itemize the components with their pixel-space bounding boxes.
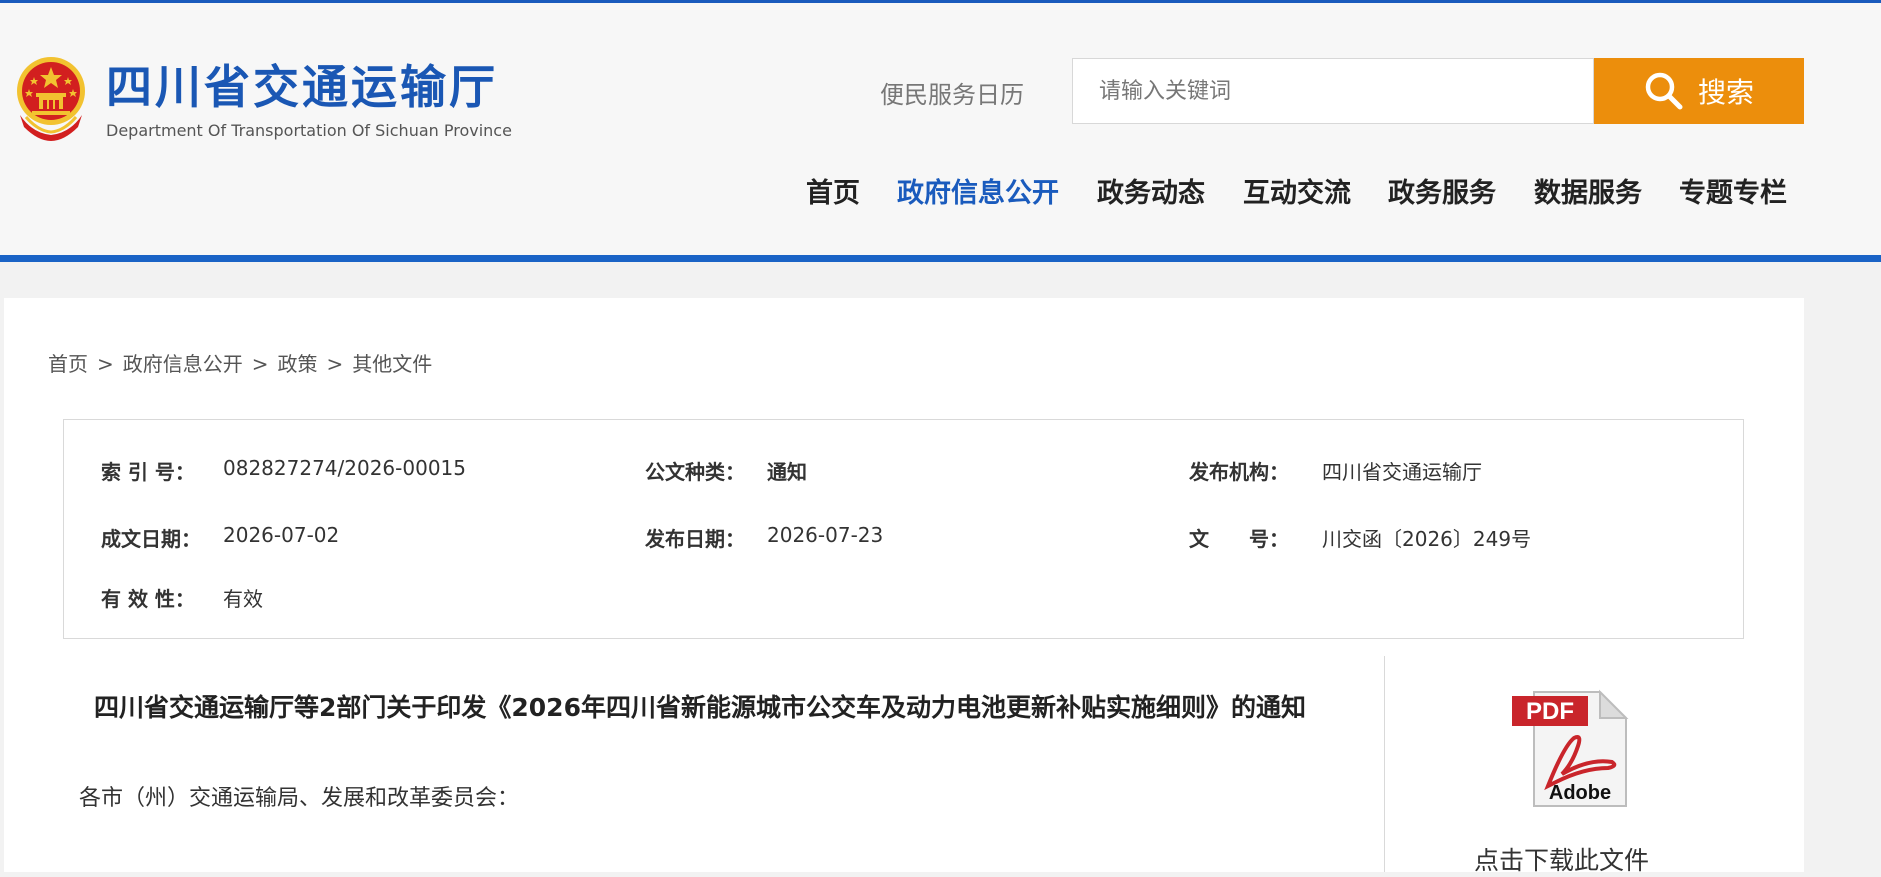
breadcrumb-other-files[interactable]: 其他文件: [352, 352, 432, 376]
doc-type-value: 通知: [767, 460, 807, 484]
nav-item-data-services[interactable]: 数据服务: [1534, 171, 1642, 210]
breadcrumb-policy[interactable]: 政策: [278, 352, 318, 376]
document-salutation: 各市（州）交通运输局、发展和改革委员会：: [79, 786, 520, 811]
nav-item-topics[interactable]: 专题专栏: [1679, 171, 1787, 210]
written-date-label: 成文日期：: [101, 527, 201, 551]
breadcrumb-separator: >: [251, 352, 269, 376]
document-metadata-box: 索 引 号： 082827274/2026-00015 公文种类： 通知 发布机…: [63, 419, 1744, 639]
main-content: 首页 > 政府信息公开 > 政策 > 其他文件 索 引 号： 082827274/2026-…: [4, 298, 1804, 875]
publish-date-value: 2026-07-23: [767, 523, 884, 547]
site-logo-subtitle: Department Of Transportation Of Sichuan …: [106, 121, 512, 140]
index-number-value: 082827274/2026-00015: [223, 456, 466, 480]
breadcrumb-separator: >: [326, 352, 344, 376]
validity-value: 有效: [223, 587, 263, 611]
search-icon: [1645, 72, 1683, 110]
adobe-label-text: Adobe: [1549, 782, 1611, 804]
search-button-label: 搜索: [1697, 76, 1754, 109]
publisher-value: 四川省交通运输厅: [1322, 460, 1482, 484]
nav-item-gov-info[interactable]: 政府信息公开: [897, 171, 1059, 210]
nav-item-gov-news[interactable]: 政务动态: [1097, 171, 1205, 210]
doc-type-label: 公文种类：: [645, 460, 745, 484]
service-calendar-link[interactable]: 便民服务日历: [880, 75, 1024, 110]
page-side-margin: [1804, 298, 1881, 872]
document-title: 四川省交通运输厅等2部门关于印发《2026年四川省新能源城市公交车及动力电池更新…: [94, 693, 1306, 722]
nav-item-home[interactable]: 首页: [806, 171, 860, 210]
written-date-value: 2026-07-02: [223, 523, 340, 547]
search-input[interactable]: [1072, 58, 1594, 124]
site-header: 四川省交通运输厅 Department Of Transportation Of…: [0, 3, 1881, 255]
site-logo-title[interactable]: 四川省交通运输厅: [106, 51, 498, 117]
index-number-label: 索 引 号：: [101, 460, 195, 484]
nav-item-interaction[interactable]: 互动交流: [1243, 171, 1351, 210]
validity-label: 有 效 性：: [101, 587, 195, 611]
publish-date-label: 发布日期：: [645, 527, 745, 551]
breadcrumb-home[interactable]: 首页: [48, 352, 88, 376]
breadcrumb-separator: >: [97, 352, 114, 376]
national-emblem-icon: [17, 57, 85, 141]
breadcrumb: 首页 > 政府信息公开 > 政策 > 其他文件: [48, 348, 432, 377]
main-nav: 首页 政府信息公开 政务动态 互动交流 政务服务 数据服务 专题专栏: [0, 171, 1881, 211]
search-button[interactable]: 搜索: [1594, 58, 1804, 124]
publisher-label: 发布机构：: [1189, 460, 1289, 484]
breadcrumb-gov-info[interactable]: 政府信息公开: [123, 352, 243, 376]
header-divider-bar: [0, 255, 1881, 262]
nav-item-gov-services[interactable]: 政务服务: [1388, 171, 1496, 210]
pdf-file-icon[interactable]: PDF Adobe: [1504, 688, 1630, 808]
content-divider: [1384, 656, 1385, 872]
doc-number-value: 川交函〔2026〕249号: [1322, 527, 1532, 551]
pdf-label-text: PDF: [1526, 698, 1574, 725]
doc-number-label: 文 号：: [1189, 527, 1289, 551]
